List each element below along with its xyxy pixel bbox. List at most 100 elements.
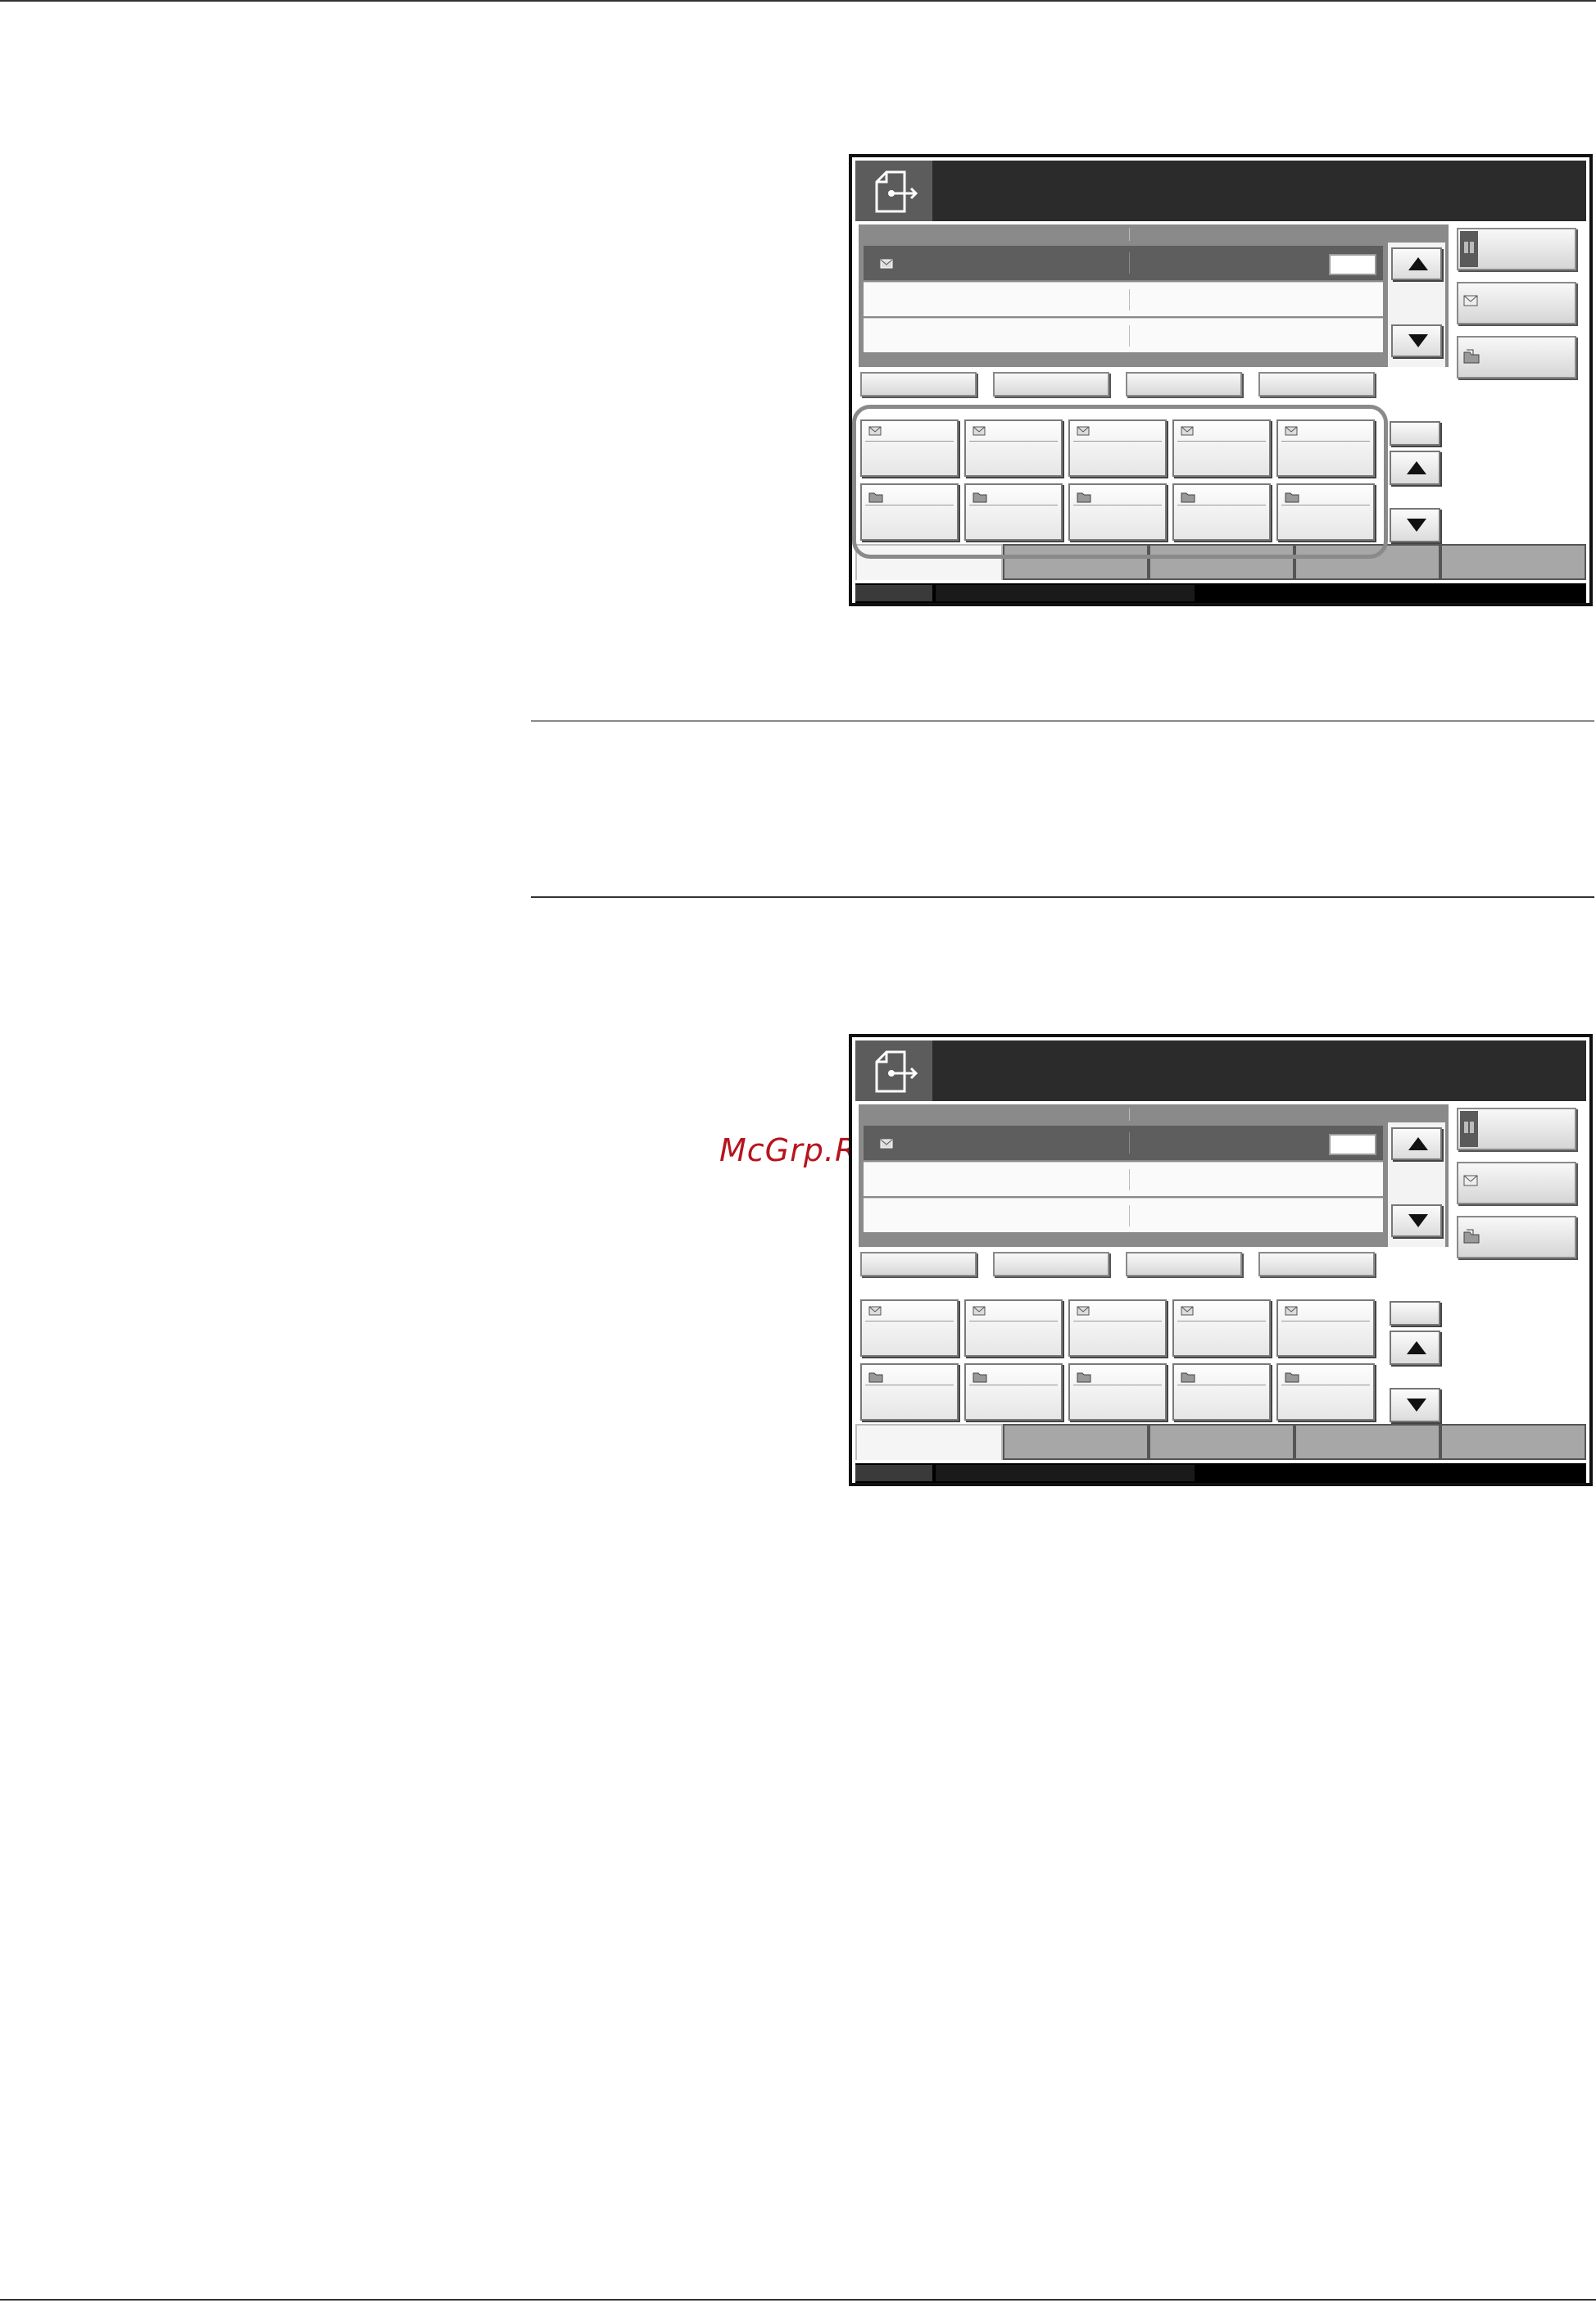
one-touch-key-folder[interactable] bbox=[1172, 483, 1271, 541]
destination-scroll bbox=[1388, 243, 1445, 367]
one-touch-key-email[interactable] bbox=[1276, 1299, 1375, 1357]
triangle-down-icon bbox=[1407, 519, 1426, 532]
one-touch-scroll-up-button[interactable] bbox=[1390, 1331, 1440, 1365]
email-icon bbox=[1463, 1175, 1478, 1186]
one-touch-key-folder[interactable] bbox=[1068, 483, 1167, 541]
one-touch-page-button[interactable] bbox=[1390, 1301, 1440, 1326]
one-touch-key-email[interactable] bbox=[1276, 419, 1375, 477]
address-book-icon bbox=[1464, 1122, 1474, 1133]
tab-3[interactable] bbox=[1149, 544, 1294, 580]
one-touch-scroll-down-button[interactable] bbox=[1390, 508, 1440, 542]
send-function-tile bbox=[855, 1040, 932, 1101]
panel-header-bar bbox=[855, 1040, 1586, 1101]
triangle-up-icon bbox=[1408, 1137, 1428, 1150]
status-bar bbox=[855, 583, 1586, 603]
one-touch-key-folder[interactable] bbox=[860, 483, 959, 541]
one-touch-key-email[interactable] bbox=[1172, 1299, 1271, 1357]
email-entry-button[interactable] bbox=[1457, 1162, 1576, 1204]
destination-row[interactable] bbox=[864, 1162, 1383, 1196]
destination-tool-button-1[interactable] bbox=[860, 1252, 977, 1276]
destination-scroll-down-button[interactable] bbox=[1391, 324, 1442, 357]
destination-scroll-up-button[interactable] bbox=[1391, 1127, 1442, 1160]
folder-icon bbox=[973, 492, 987, 503]
destination-row-selected[interactable] bbox=[864, 246, 1383, 280]
tab-2[interactable] bbox=[1003, 1424, 1149, 1460]
page-bottom-rule bbox=[0, 2299, 1596, 2301]
destination-tool-button-1[interactable] bbox=[860, 372, 977, 397]
folder-icon bbox=[973, 1372, 987, 1383]
email-icon bbox=[1181, 426, 1194, 436]
tab-destination[interactable] bbox=[855, 1424, 1003, 1460]
touch-panel-send-screen-1 bbox=[849, 154, 1593, 606]
one-touch-key-folder[interactable] bbox=[1276, 1363, 1375, 1421]
email-icon bbox=[973, 426, 986, 436]
tab-3[interactable] bbox=[1149, 1424, 1294, 1460]
destination-tool-button-3[interactable] bbox=[1126, 1252, 1242, 1276]
destination-list bbox=[859, 224, 1449, 367]
triangle-down-icon bbox=[1407, 1399, 1426, 1412]
tab-2[interactable] bbox=[1003, 544, 1149, 580]
triangle-down-icon bbox=[1408, 334, 1428, 347]
send-document-icon bbox=[875, 1050, 918, 1093]
send-function-tile bbox=[855, 161, 932, 221]
destination-tool-button-2[interactable] bbox=[993, 1252, 1109, 1276]
one-touch-scroll-up-button[interactable] bbox=[1390, 451, 1440, 485]
one-touch-key-email[interactable] bbox=[1068, 1299, 1167, 1357]
one-touch-key-folder[interactable] bbox=[1068, 1363, 1167, 1421]
one-touch-key-email[interactable] bbox=[860, 1299, 959, 1357]
destination-row[interactable] bbox=[864, 282, 1383, 316]
destination-scroll-up-button[interactable] bbox=[1391, 247, 1442, 280]
address-book-button[interactable] bbox=[1457, 228, 1576, 270]
one-touch-key-folder[interactable] bbox=[964, 483, 1063, 541]
email-icon bbox=[880, 259, 893, 269]
destination-count-box bbox=[1329, 254, 1376, 275]
destination-tool-button-4[interactable] bbox=[1258, 372, 1375, 397]
touch-panel-send-screen-2 bbox=[849, 1034, 1593, 1486]
panel-header-bar bbox=[855, 161, 1586, 221]
tab-5[interactable] bbox=[1440, 1424, 1586, 1460]
folder-icon bbox=[1181, 1372, 1195, 1383]
folder-icon bbox=[1285, 1372, 1299, 1383]
status-bar bbox=[855, 1463, 1586, 1483]
folder-icon bbox=[868, 492, 883, 503]
folder-icon bbox=[868, 1372, 883, 1383]
triangle-down-icon bbox=[1408, 1214, 1428, 1227]
destination-row-selected[interactable] bbox=[864, 1126, 1383, 1160]
triangle-up-icon bbox=[1407, 461, 1426, 474]
one-touch-key-email[interactable] bbox=[860, 419, 959, 477]
destination-tool-button-4[interactable] bbox=[1258, 1252, 1375, 1276]
destination-row[interactable] bbox=[864, 318, 1383, 352]
email-icon bbox=[1077, 1306, 1090, 1316]
destination-scroll bbox=[1388, 1122, 1445, 1247]
destination-count-box bbox=[1329, 1134, 1376, 1155]
one-touch-key-folder[interactable] bbox=[1276, 483, 1375, 541]
destination-list-header bbox=[859, 1104, 1383, 1122]
destination-row[interactable] bbox=[864, 1198, 1383, 1232]
email-icon bbox=[973, 1306, 986, 1316]
folder-icon bbox=[1077, 492, 1091, 503]
destination-tool-button-3[interactable] bbox=[1126, 372, 1242, 397]
one-touch-key-email[interactable] bbox=[1172, 419, 1271, 477]
email-entry-button[interactable] bbox=[1457, 282, 1576, 324]
one-touch-page-button[interactable] bbox=[1390, 421, 1440, 446]
one-touch-key-folder[interactable] bbox=[1172, 1363, 1271, 1421]
destination-tool-button-2[interactable] bbox=[993, 372, 1109, 397]
tab-4[interactable] bbox=[1294, 544, 1440, 580]
one-touch-key-folder[interactable] bbox=[964, 1363, 1063, 1421]
send-document-icon bbox=[875, 170, 918, 213]
email-icon bbox=[1077, 426, 1090, 436]
one-touch-key-folder[interactable] bbox=[860, 1363, 959, 1421]
one-touch-scroll-down-button[interactable] bbox=[1390, 1388, 1440, 1422]
destination-scroll-down-button[interactable] bbox=[1391, 1204, 1442, 1237]
tab-destination[interactable] bbox=[855, 544, 1003, 580]
tab-5[interactable] bbox=[1440, 544, 1586, 580]
one-touch-key-email[interactable] bbox=[1068, 419, 1167, 477]
tab-4[interactable] bbox=[1294, 1424, 1440, 1460]
folder-entry-button[interactable] bbox=[1457, 336, 1576, 379]
address-book-button[interactable] bbox=[1457, 1108, 1576, 1150]
one-touch-key-email[interactable] bbox=[964, 1299, 1063, 1357]
email-icon bbox=[868, 426, 882, 436]
triangle-up-icon bbox=[1408, 257, 1428, 270]
folder-entry-button[interactable] bbox=[1457, 1216, 1576, 1258]
one-touch-key-email[interactable] bbox=[964, 419, 1063, 477]
